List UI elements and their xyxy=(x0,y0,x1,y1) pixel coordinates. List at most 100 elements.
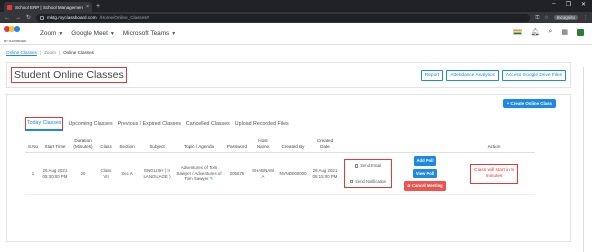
cell-topic: Adventures of Tom Sawyer / Adventures of… xyxy=(175,152,223,195)
language-flag-icon[interactable] xyxy=(512,29,522,35)
close-tab-icon[interactable]: × xyxy=(86,4,89,10)
page-header-card: Student Online Classes Report Attendance… xyxy=(6,62,571,88)
breadcrumb-link-online-classes[interactable]: Online Classes xyxy=(6,50,37,55)
col-notify xyxy=(339,137,397,154)
forward-icon[interactable]: → xyxy=(15,15,21,21)
menu-microsoft-teams[interactable]: Microsoft Teams ▼ xyxy=(123,30,176,37)
add-poll-button[interactable]: Add Poll xyxy=(413,156,437,166)
access-google-drive-files-button[interactable]: Access Google Drive Files xyxy=(501,70,566,81)
cell-password: 205676 xyxy=(223,152,251,195)
cancel-meeting-button[interactable]: ⊗ Cancel Meeting xyxy=(404,181,446,191)
tab-previous-expired-classes[interactable]: Previous / Expired Classes xyxy=(118,121,181,127)
new-tab-button[interactable]: + xyxy=(96,3,100,10)
col-duration: Duration (Minutes) xyxy=(69,137,97,154)
edit-pencil-icon[interactable]: ✎ xyxy=(210,176,214,181)
reload-icon[interactable]: ↻ xyxy=(26,14,31,21)
star-icon[interactable]: ☆ xyxy=(544,15,548,21)
browser-tab-strip: School ERP | School Managemen × + – ❐ ✕ xyxy=(0,0,592,12)
send-email-option[interactable]: Send Email xyxy=(354,163,381,169)
lock-icon xyxy=(40,15,45,20)
address-bar-row: ← → ↻ mktg.myclassboard.com/Home/Online_… xyxy=(0,12,592,23)
tab-today-classes[interactable]: Today Classes xyxy=(25,117,64,131)
table-row: 1 26 Aug 2021 05:30:00 PM 20 Class VII S… xyxy=(25,152,535,195)
chevron-down-icon: ▼ xyxy=(109,30,115,37)
tab-cancelled-classes[interactable]: Cancelled Classes xyxy=(186,121,230,127)
cell-host-name: SHABNAM A xyxy=(251,152,275,195)
app-logo[interactable]: MY CLASSBOARD xyxy=(4,25,26,43)
chevron-down-icon: ▼ xyxy=(171,30,177,37)
logo-text: MY CLASSBOARD xyxy=(4,39,27,43)
cancel-meeting-label: Cancel Meeting xyxy=(411,183,443,189)
col-topic: Topic / Agenda xyxy=(175,137,223,154)
col-created-date: Created Date xyxy=(311,137,339,154)
cell-sno: 1 xyxy=(25,152,41,195)
bell-icon[interactable]: 🔔︎ xyxy=(531,28,540,36)
attendance-analytics-button[interactable]: Attendance Analytics xyxy=(446,70,499,81)
page-title: Student Online Classes xyxy=(11,67,127,83)
browser-tab-title: School ERP | School Managemen xyxy=(15,4,83,10)
app-header: MY CLASSBOARD Zoom ▼ Google Meet ▼ Microso… xyxy=(0,23,592,45)
menu-google-meet-label: Google Meet xyxy=(71,30,108,37)
col-subject: Subject xyxy=(139,137,175,154)
browser-toolbar-icons: ⚿ ☆ Incognito ⋮ xyxy=(535,15,588,21)
send-notification-label: Send Notification xyxy=(355,178,387,184)
main-content: Online Classes | Zoom | Online Classes Stude… xyxy=(0,45,592,252)
cell-action: Class will start in 5 minutes xyxy=(453,152,535,195)
search-icon[interactable]: ⌕ xyxy=(548,28,552,36)
breadcrumb-current: Online Classes xyxy=(63,50,94,55)
send-notification-option[interactable]: Send Notification xyxy=(349,178,387,185)
url-host: mktg.myclassboard.com xyxy=(47,15,97,20)
menu-google-meet[interactable]: Google Meet ▼ xyxy=(71,30,115,37)
col-password: Password xyxy=(223,137,251,154)
cell-subject: ENGLISH ( II LANGUAGE ) xyxy=(139,152,175,195)
classes-table: S.No Start Time Duration (Minutes) Class… xyxy=(25,137,535,195)
cell-notify: Send Email Send Notification xyxy=(339,152,397,195)
col-start-time: Start Time xyxy=(41,137,69,154)
back-icon[interactable]: ← xyxy=(4,15,10,21)
url-input[interactable]: mktg.myclassboard.com/Home/Online_Classe… xyxy=(36,13,531,22)
cell-section: Sec A xyxy=(115,152,139,195)
url-path: /Home/Online_Classes# xyxy=(99,15,150,20)
menu-zoom[interactable]: Zoom ▼ xyxy=(40,30,63,37)
breadcrumb-item-zoom: Zoom xyxy=(44,50,56,55)
cell-poll-actions: Add Poll View Poll ⊗ Cancel Meeting xyxy=(397,152,453,195)
col-poll xyxy=(397,137,453,154)
class-start-status: Class will start in 5 minutes xyxy=(470,163,518,184)
poll-actions: Add Poll View Poll ⊗ Cancel Meeting xyxy=(398,156,452,191)
cell-duration: 20 xyxy=(69,152,97,195)
cell-created-by: NVND000000 xyxy=(275,152,311,195)
header-icons: 🔔︎ ⌕ ▦ xyxy=(512,28,584,36)
view-poll-button[interactable]: View Poll xyxy=(412,168,438,179)
browser-tab[interactable]: School ERP | School Managemen × xyxy=(4,2,92,12)
tab-upcoming-classes[interactable]: Upcoming Classes xyxy=(68,121,112,127)
tab-upload-recorded-files[interactable]: Upload Recorded Files xyxy=(235,121,289,127)
checkbox-icon[interactable] xyxy=(354,164,359,168)
col-class: Class xyxy=(97,137,115,154)
class-tabs: Today Classes Upcoming Classes Previous … xyxy=(25,117,289,131)
cell-class: Class VII xyxy=(97,152,115,195)
report-button[interactable]: Report xyxy=(420,70,444,81)
scrollbar-track[interactable] xyxy=(583,67,584,252)
grid-icon[interactable]: ▦ xyxy=(561,28,568,36)
checkbox-icon[interactable] xyxy=(349,179,354,184)
favicon-icon xyxy=(7,4,12,10)
close-window-button[interactable]: ✕ xyxy=(581,1,586,8)
topic-text: Adventures of Tom Sawyer / Adventures of… xyxy=(176,165,222,182)
table-header-row: S.No Start Time Duration (Minutes) Class… xyxy=(25,137,535,154)
chevron-down-icon: ▼ xyxy=(58,30,64,37)
col-sno: S.No xyxy=(25,137,41,154)
more-menu-icon[interactable]: ⋮ xyxy=(583,15,588,21)
top-menu: Zoom ▼ Google Meet ▼ Microsoft Teams ▼ xyxy=(40,30,176,37)
logo-dot-blue xyxy=(14,25,20,32)
col-action: Action xyxy=(453,137,535,154)
notify-options: Send Email Send Notification xyxy=(344,158,392,189)
create-online-class-button[interactable]: + Create Online Class xyxy=(502,99,556,108)
col-section: Section xyxy=(115,137,139,154)
app-switcher-icon[interactable] xyxy=(577,28,584,36)
incognito-badge[interactable]: Incognito xyxy=(553,15,578,20)
key-icon[interactable]: ⚿ xyxy=(535,15,539,21)
window-controls: – ❐ ✕ xyxy=(552,1,586,8)
header-actions: Report Attendance Analytics Access Googl… xyxy=(420,70,566,81)
maximize-button[interactable]: ❐ xyxy=(566,1,571,8)
minimize-button[interactable]: – xyxy=(552,1,555,8)
